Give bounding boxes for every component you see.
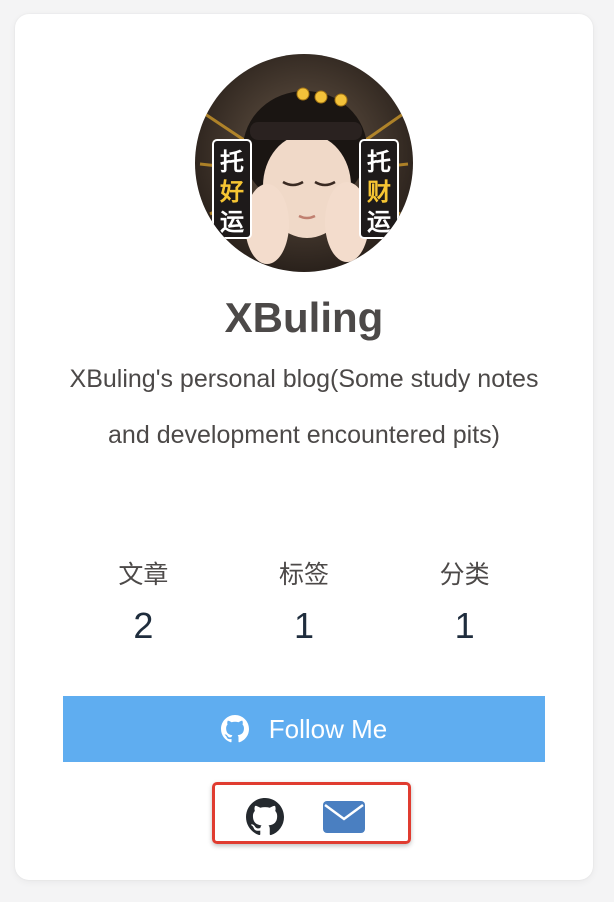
github-icon[interactable] <box>246 798 284 836</box>
follow-me-label: Follow Me <box>268 714 388 744</box>
stat-value: 1 <box>454 605 475 646</box>
social-links <box>212 782 411 844</box>
follow-me-button[interactable]: Follow Me <box>63 696 545 762</box>
author-description: XBuling's personal blog(Some study notes… <box>69 365 539 449</box>
stat-tags[interactable]: 标签 1 <box>224 556 385 652</box>
github-icon <box>220 715 249 743</box>
stat-label: 分类 <box>439 561 490 589</box>
left-sign-char-2: 好 <box>219 178 244 206</box>
right-sign-char-3: 运 <box>367 208 391 236</box>
stat-value: 2 <box>133 605 154 646</box>
left-sign-char-3: 运 <box>220 208 244 236</box>
author-name: XBuling <box>224 294 384 341</box>
stat-label: 文章 <box>118 561 169 589</box>
envelope-icon[interactable] <box>323 801 365 833</box>
stat-value: 1 <box>293 605 315 646</box>
stat-categories[interactable]: 分类 1 <box>384 556 545 652</box>
stat-articles[interactable]: 文章 2 <box>63 556 224 652</box>
profile-card: 托 好 运 托 财 运 XBuling XBuling's personal b… <box>15 14 593 880</box>
avatar[interactable]: 托 好 运 托 财 运 <box>195 54 413 272</box>
avatar-image: 托 好 运 托 财 运 <box>195 54 413 272</box>
stat-label: 标签 <box>279 561 330 589</box>
right-sign-char-2: 财 <box>367 178 391 206</box>
right-sign-char-1: 托 <box>367 148 391 176</box>
left-sign-char-1: 托 <box>220 148 244 176</box>
stats-row: 文章 2 标签 1 分类 1 <box>63 556 545 652</box>
